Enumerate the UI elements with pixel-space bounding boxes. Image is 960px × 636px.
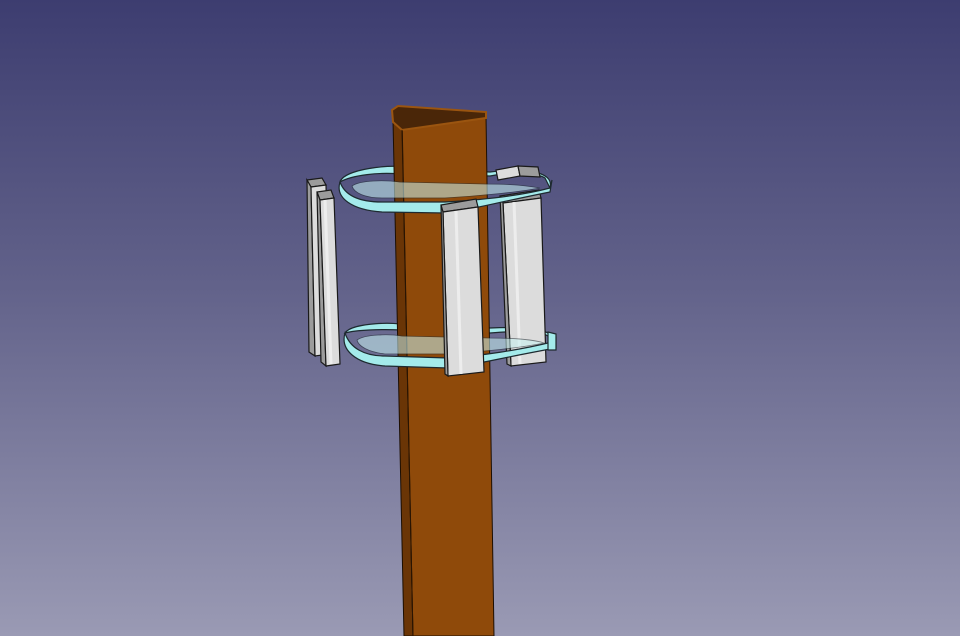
antenna-panel-left	[306, 177, 341, 368]
antenna-panel-center	[440, 198, 485, 378]
3d-viewport[interactable]	[0, 0, 960, 636]
3d-scene[interactable]	[0, 0, 960, 636]
